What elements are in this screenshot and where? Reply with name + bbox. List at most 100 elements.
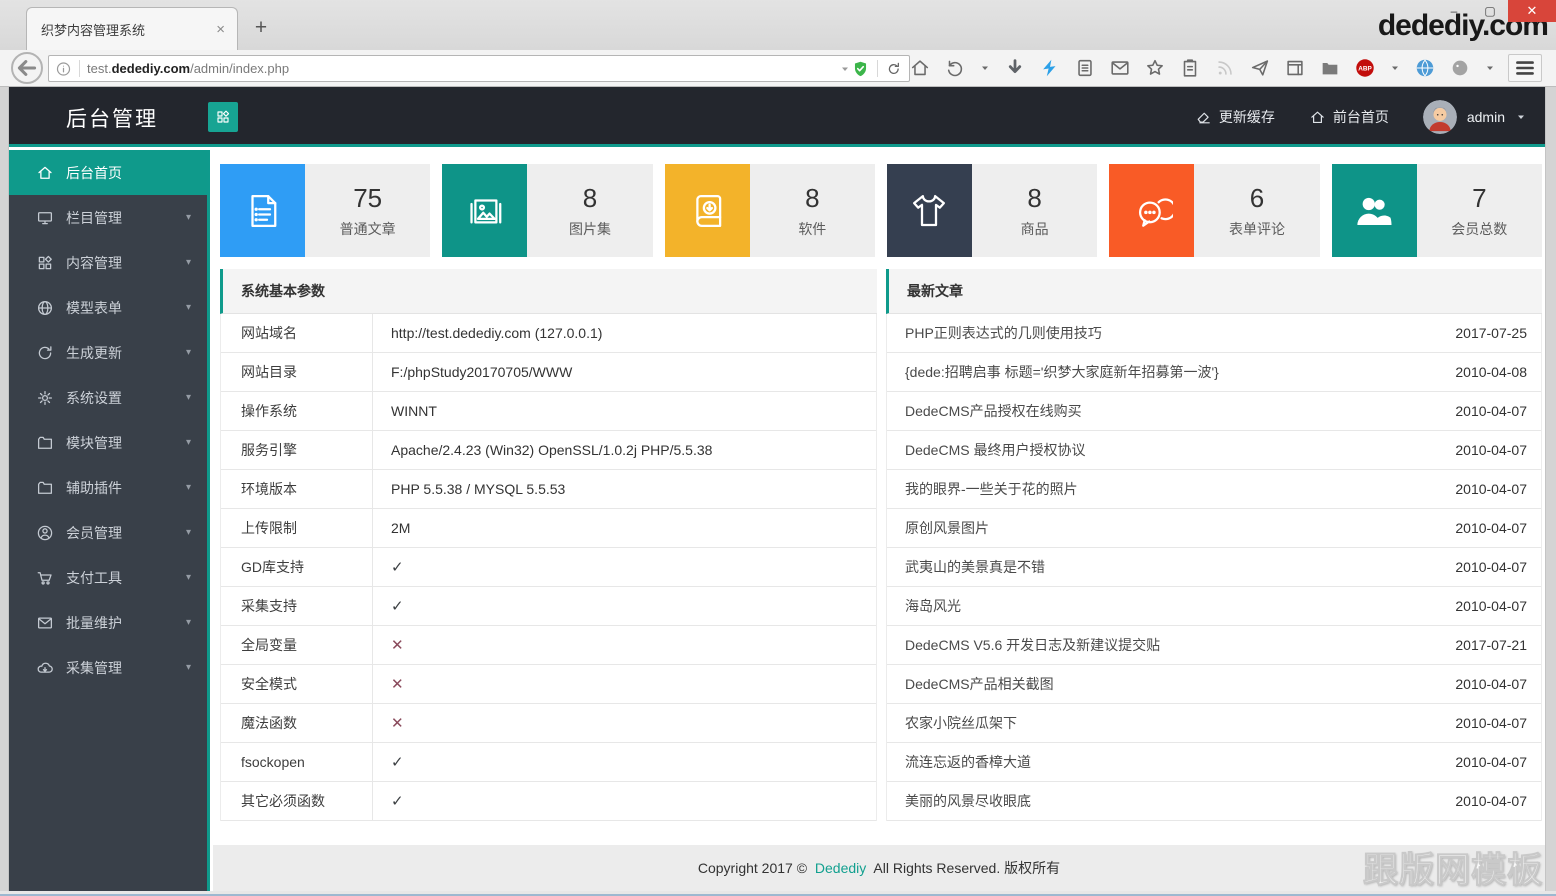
globe-color-icon[interactable] [1414, 57, 1436, 79]
sidebar-item[interactable]: 批量维护 ▾ [9, 600, 207, 645]
article-title[interactable]: 农家小院丝瓜架下 [905, 713, 1017, 733]
sidebar-item-label: 后台首页 [66, 164, 122, 181]
article-row[interactable]: 美丽的风景尽收眼底 2010-04-07 [887, 782, 1541, 821]
article-title[interactable]: 原创风景图片 [905, 518, 989, 538]
url-bar[interactable]: test.dedediy.com/admin/index.php [48, 55, 910, 82]
cross-icon: ✕ [391, 637, 404, 654]
lightning-icon[interactable] [1039, 57, 1061, 79]
extension-icon[interactable] [1449, 57, 1471, 79]
user-menu[interactable]: admin [1422, 100, 1527, 134]
download-arrow-icon[interactable] [1004, 57, 1026, 79]
panel-system: 系统基本参数 网站域名 http://test.dedediy.com (127.… [220, 269, 877, 821]
article-row[interactable]: 我的眼界-一些关于花的照片 2010-04-07 [887, 470, 1541, 509]
stat-label: 会员总数 [1451, 220, 1508, 237]
article-row[interactable]: {dede:招聘启事 标题='织梦大家庭新年招募第一波'} 2010-04-08 [887, 353, 1541, 392]
row-label: 操作系统 [221, 392, 373, 430]
copyright-text: Copyright 2017 © Dedediy All Rights Rese… [697, 860, 1061, 876]
article-row[interactable]: 海岛风光 2010-04-07 [887, 587, 1541, 626]
front-home-button[interactable]: 前台首页 [1309, 107, 1389, 127]
update-cache-button[interactable]: 更新缓存 [1195, 107, 1275, 127]
sidebar-item[interactable]: 模型表单 ▾ [9, 285, 207, 330]
row-value: WINNT [391, 403, 437, 419]
article-row[interactable]: 武夷山的美景真是不错 2010-04-07 [887, 548, 1541, 587]
stat-card[interactable]: 75 普通文章 [220, 164, 431, 257]
shield-icon[interactable] [851, 58, 870, 80]
caret-icon[interactable] [979, 57, 991, 79]
history-icon[interactable] [944, 57, 966, 79]
caret-icon[interactable] [1389, 57, 1401, 79]
collapse-menu-button[interactable] [208, 102, 238, 132]
article-row[interactable]: 流连忘返的香樟大道 2010-04-07 [887, 743, 1541, 782]
article-title[interactable]: DedeCMS产品授权在线购买 [905, 401, 1082, 421]
mail-icon[interactable] [1109, 57, 1131, 79]
sidebar-item[interactable]: 会员管理 ▾ [9, 510, 207, 555]
table-row: 上传限制 2M [221, 509, 876, 548]
cross-icon: ✕ [391, 676, 404, 693]
tab-close-icon[interactable]: × [214, 21, 227, 38]
article-title[interactable]: 美丽的风景尽收眼底 [905, 791, 1031, 811]
send-icon[interactable] [1249, 57, 1271, 79]
sidebar-item[interactable]: 辅助插件 ▾ [9, 465, 207, 510]
abp-icon[interactable]: ABP [1354, 57, 1376, 79]
article-title[interactable]: 武夷山的美景真是不错 [905, 557, 1045, 577]
sidebar-item[interactable]: 模块管理 ▾ [9, 420, 207, 465]
sidebar-item[interactable]: 生成更新 ▾ [9, 330, 207, 375]
article-row[interactable]: DedeCMS V5.6 开发日志及新建议提交贴 2017-07-21 [887, 626, 1541, 665]
article-title[interactable]: DedeCMS 最终用户授权协议 [905, 440, 1085, 460]
window-close-button[interactable]: ✕ [1508, 0, 1556, 22]
article-title[interactable]: {dede:招聘启事 标题='织梦大家庭新年招募第一波'} [905, 362, 1219, 382]
window-maximize-button[interactable]: ▢ [1472, 0, 1508, 22]
reload-button[interactable] [885, 58, 903, 80]
star-icon[interactable] [1144, 57, 1166, 79]
article-row[interactable]: 农家小院丝瓜架下 2010-04-07 [887, 704, 1541, 743]
sidebar-item[interactable]: 系统设置 ▾ [9, 375, 207, 420]
refresh-icon [36, 344, 54, 362]
article-row[interactable]: DedeCMS产品授权在线购买 2010-04-07 [887, 392, 1541, 431]
article-title[interactable]: PHP正则表达式的几则使用技巧 [905, 323, 1102, 343]
avatar[interactable] [1422, 100, 1457, 134]
cloud-icon [36, 659, 54, 677]
menu-button[interactable] [1508, 54, 1542, 82]
sidebar-item[interactable]: 后台首页 [9, 150, 207, 195]
folder-icon [36, 434, 54, 452]
stat-value: 6 [1249, 182, 1265, 213]
article-row[interactable]: DedeCMS 最终用户授权协议 2010-04-07 [887, 431, 1541, 470]
brand-text: Dedediy [814, 860, 867, 876]
info-icon[interactable] [55, 58, 72, 80]
window-icon[interactable] [1284, 57, 1306, 79]
article-row[interactable]: DedeCMS产品相关截图 2010-04-07 [887, 665, 1541, 704]
back-button[interactable] [11, 52, 43, 84]
home-icon[interactable] [909, 57, 931, 79]
stat-card[interactable]: 8 软件 [664, 164, 875, 257]
stat-card[interactable]: 8 商品 [886, 164, 1098, 257]
user-caret-icon [1515, 111, 1527, 123]
sidebar-item[interactable]: 内容管理 ▾ [9, 240, 207, 285]
article-title[interactable]: DedeCMS V5.6 开发日志及新建议提交贴 [905, 635, 1160, 655]
article-row[interactable]: PHP正则表达式的几则使用技巧 2017-07-25 [887, 314, 1541, 353]
rss-icon[interactable] [1214, 57, 1236, 79]
reader-icon[interactable] [1074, 57, 1096, 79]
article-title[interactable]: 我的眼界-一些关于花的照片 [905, 479, 1078, 499]
article-title[interactable]: 流连忘返的香樟大道 [905, 752, 1031, 772]
stat-card[interactable]: 8 图片集 [442, 164, 653, 257]
folder-fill-icon[interactable] [1319, 57, 1341, 79]
window-minimize-button[interactable]: – [1436, 0, 1472, 22]
stat-label: 表单评论 [1228, 220, 1285, 237]
stat-card[interactable]: 6 表单评论 [1109, 164, 1320, 257]
article-row[interactable]: 原创风景图片 2010-04-07 [887, 509, 1541, 548]
article-title[interactable]: 海岛风光 [905, 596, 961, 616]
stat-card[interactable]: 7 会员总数 [1331, 164, 1542, 257]
browser-tab[interactable]: 织梦内容管理系统 × [26, 7, 238, 50]
sidebar-item-label: 采集管理 [66, 659, 122, 676]
clipboard-icon[interactable] [1179, 57, 1201, 79]
article-title[interactable]: DedeCMS产品相关截图 [905, 674, 1054, 694]
url-text[interactable]: test.dedediy.com/admin/index.php [87, 61, 839, 76]
sidebar-item[interactable]: 采集管理 ▾ [9, 645, 207, 690]
window-controls: – ▢ ✕ [1436, 0, 1556, 22]
sidebar-item[interactable]: 栏目管理 ▾ [9, 195, 207, 240]
new-tab-button[interactable]: + [248, 16, 274, 40]
url-caret-icon[interactable] [839, 58, 851, 80]
sidebar-item[interactable]: 支付工具 ▾ [9, 555, 207, 600]
row-label: fsockopen [221, 743, 373, 781]
caret-icon[interactable] [1484, 57, 1496, 79]
